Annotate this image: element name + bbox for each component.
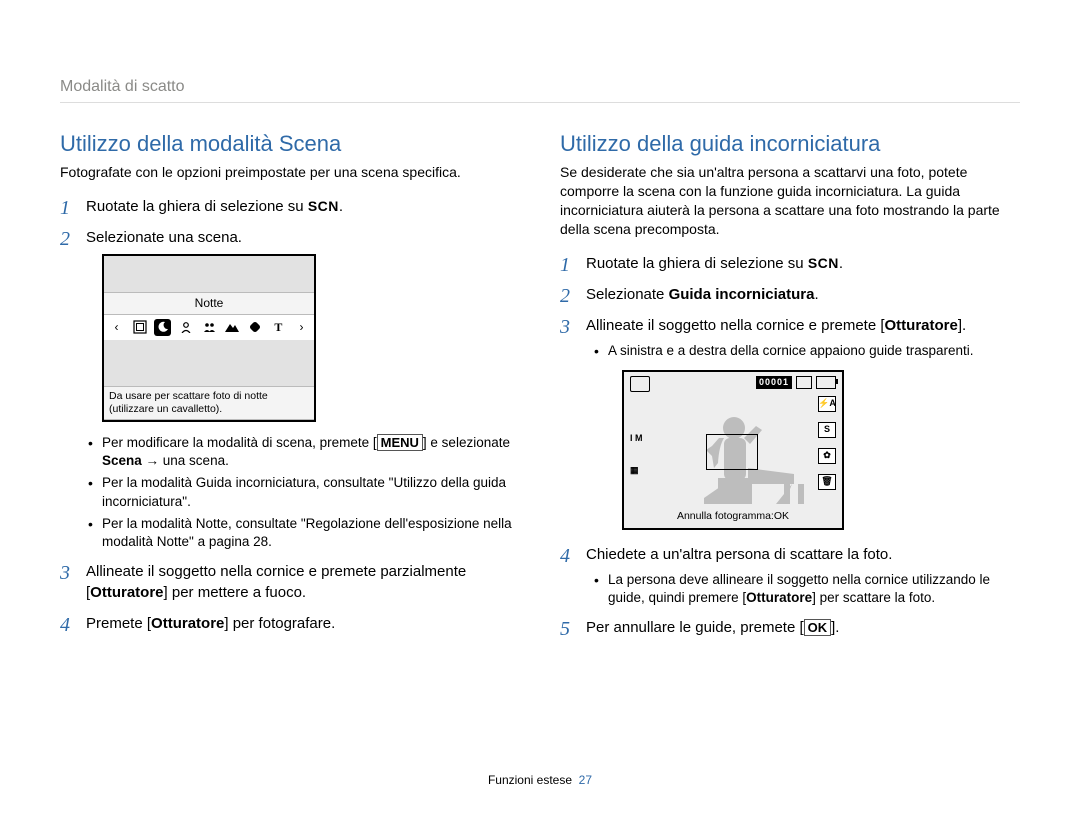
- shutter-label: Otturatore: [90, 584, 163, 601]
- step-3: Allineate il soggetto nella cornice e pr…: [560, 315, 1020, 530]
- page-number: 27: [579, 773, 592, 787]
- macro-icon: ✿: [818, 448, 836, 464]
- auto-s-icon: S: [818, 422, 836, 438]
- breadcrumb: Modalità di scatto: [60, 78, 1020, 103]
- lcd-caption: Annulla fotogramma:OK: [624, 509, 842, 524]
- intro-scene: Fotografate con le opzioni preimpostate …: [60, 163, 520, 182]
- scene-notes: Per modificare la modalità di scena, pre…: [86, 434, 520, 551]
- delete-icon: 🗑: [818, 474, 836, 490]
- portrait-icon: [177, 319, 194, 336]
- arrow-right-icon: ›: [293, 319, 310, 336]
- t: → una scena.: [142, 453, 229, 468]
- scena-bold: Scena: [102, 453, 142, 468]
- right-column: Utilizzo della guida incorniciatura Se d…: [560, 131, 1020, 648]
- t: ].: [831, 619, 839, 636]
- lcd-right-icons: ⚡A S ✿ 🗑: [818, 396, 836, 490]
- scn-icon: SCN: [308, 198, 339, 214]
- lcd-mode-title: Notte: [104, 292, 314, 315]
- section-title-scene: Utilizzo della modalità Scena: [60, 131, 520, 157]
- step-1-text: Ruotate la ghiera di selezione su: [86, 198, 308, 215]
- night-icon: [154, 319, 171, 336]
- focus-frame: [706, 434, 758, 470]
- lcd-scene-preview: Notte ‹: [102, 254, 316, 422]
- shutter-label: Otturatore: [746, 590, 812, 605]
- t: ] per mettere a fuoco.: [164, 584, 307, 601]
- left-column: Utilizzo della modalità Scena Fotografat…: [60, 131, 520, 648]
- step-3: Allineate il soggetto nella cornice e pr…: [60, 561, 520, 603]
- quality-icon: ▦: [630, 464, 648, 477]
- two-column-layout: Utilizzo della modalità Scena Fotografat…: [60, 131, 1020, 648]
- lcd-desc-line2: (utilizzare un cavalletto).: [109, 403, 222, 415]
- t: Premete [: [86, 615, 151, 632]
- lcd-topbar: 00001: [630, 376, 836, 389]
- flash-auto-icon: ⚡A: [818, 396, 836, 412]
- lcd-mid-area: [104, 340, 314, 386]
- t: Ruotate la ghiera di selezione su: [586, 255, 808, 272]
- step-2: Selezionate una scena. Notte ‹: [60, 227, 520, 551]
- steps-scene: Ruotate la ghiera di selezione su SCN. S…: [60, 196, 520, 634]
- step-2-text: Selezionate una scena.: [86, 229, 242, 246]
- lcd-desc-line1: Da usare per scattare foto di notte: [109, 390, 268, 402]
- t: ] e selezionate: [423, 435, 510, 450]
- step-1-dot: .: [339, 198, 343, 215]
- t: Selezionate: [586, 286, 669, 303]
- step-4: Chiedete a un'altra persona di scattare …: [560, 544, 1020, 607]
- children-icon: [201, 319, 218, 336]
- guide-bold: Guida incorniciatura: [669, 286, 815, 303]
- frame-guide-icon: [131, 319, 148, 336]
- step-4: Premete [Otturatore] per fotografare.: [60, 613, 520, 634]
- closeup-icon: [247, 319, 264, 336]
- step-1: Ruotate la ghiera di selezione su SCN.: [60, 196, 520, 217]
- step3-sub-text: A sinistra e a destra della cornice appa…: [592, 342, 1020, 360]
- text-icon: T: [270, 319, 287, 336]
- footer-section: Funzioni estese: [488, 773, 572, 787]
- note-night: Per la modalità Notte, consultate "Regol…: [86, 515, 520, 551]
- lcd-description: Da usare per scattare foto di notte (uti…: [104, 386, 314, 420]
- shutter-label: Otturatore: [151, 615, 224, 632]
- lcd-left-icons: I M ▦: [630, 432, 648, 477]
- step4-sub: La persona deve allineare il soggetto ne…: [592, 571, 1020, 607]
- steps-frameguide: Ruotate la ghiera di selezione su SCN. S…: [560, 253, 1020, 639]
- arrow-left-icon: ‹: [108, 319, 125, 336]
- t: Per modificare la modalità di scena, pre…: [102, 435, 377, 450]
- section-title-frameguide: Utilizzo della guida incorniciatura: [560, 131, 1020, 157]
- intro-frameguide: Se desiderate che sia un'altra persona a…: [560, 163, 1020, 239]
- t: ] per fotografare.: [224, 615, 335, 632]
- battery-icon: [816, 376, 836, 389]
- t: Chiedete a un'altra persona di scattare …: [586, 546, 892, 563]
- t: ] per scattare la foto.: [812, 590, 935, 605]
- ok-button-label: OK: [804, 619, 832, 636]
- menu-button-label: MENU: [377, 434, 423, 451]
- t: Per annullare le guide, premete [: [586, 619, 804, 636]
- manual-page: Modalità di scatto Utilizzo della modali…: [0, 0, 1080, 815]
- t: ].: [958, 317, 966, 334]
- lcd-frameguide-preview: 00001 ⚡A S ✿ 🗑 I M ▦: [622, 370, 844, 530]
- lcd-top-area: [104, 256, 314, 292]
- step-1: Ruotate la ghiera di selezione su SCN.: [560, 253, 1020, 274]
- size-icon: I M: [630, 432, 648, 445]
- step-5: Per annullare le guide, premete [OK].: [560, 617, 1020, 638]
- scn-icon: SCN: [808, 255, 839, 271]
- sd-card-icon: [796, 376, 812, 389]
- page-footer: Funzioni estese 27: [0, 773, 1080, 787]
- note-menu: Per modificare la modalità di scena, pre…: [86, 434, 520, 470]
- t: .: [839, 255, 843, 272]
- landscape-icon: [224, 319, 241, 336]
- step4-sub-text: La persona deve allineare il soggetto ne…: [592, 571, 1020, 607]
- t: Allineate il soggetto nella cornice e pr…: [586, 317, 885, 334]
- step3-sub: A sinistra e a destra della cornice appa…: [592, 342, 1020, 360]
- note-frameguide: Per la modalità Guida incorniciatura, co…: [86, 474, 520, 510]
- t: .: [814, 286, 818, 303]
- lcd-icon-row: ‹: [104, 315, 314, 340]
- shot-counter: 00001: [756, 376, 792, 389]
- step-2: Selezionate Guida incorniciatura.: [560, 284, 1020, 305]
- shutter-label: Otturatore: [885, 317, 958, 334]
